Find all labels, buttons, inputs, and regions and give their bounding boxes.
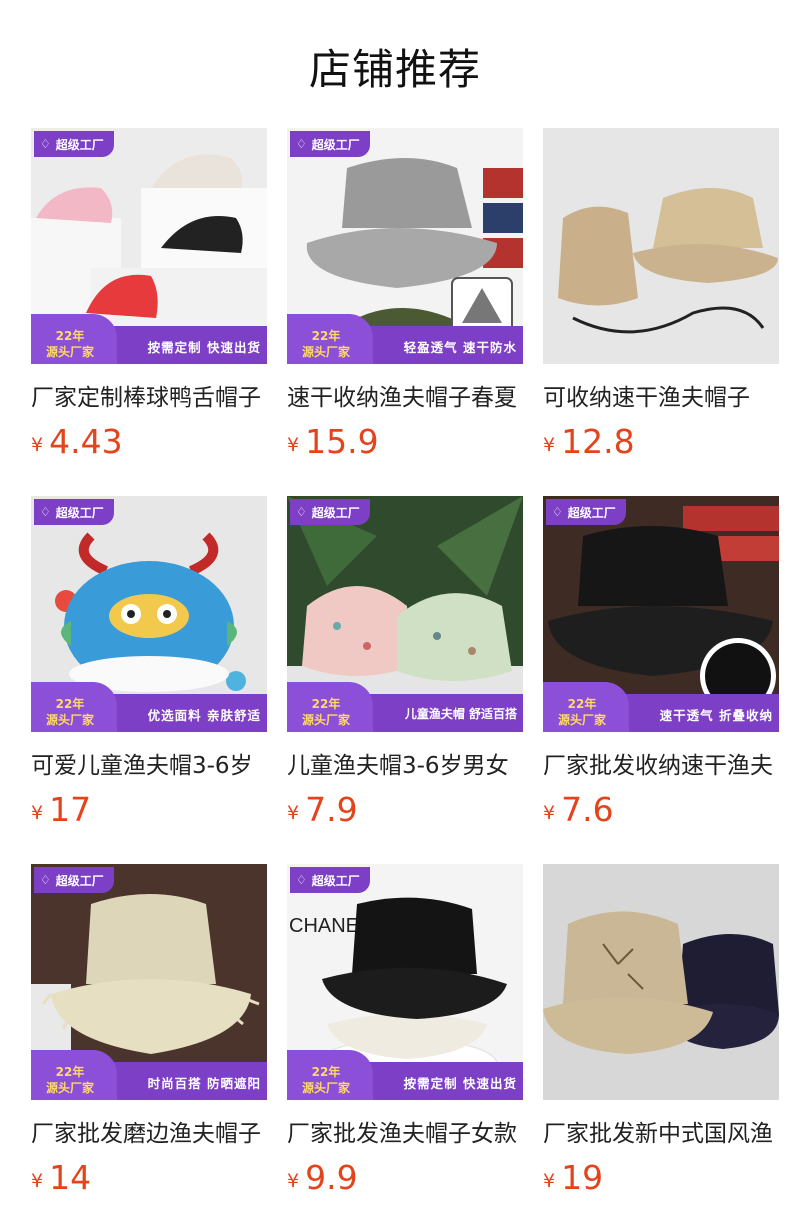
- product-price: ¥15.9: [287, 422, 379, 461]
- product-card[interactable]: ♢ 超级工厂 22年 源头厂家 轻盈透气 速干防水 速干收纳渔夫帽子春夏 ¥15…: [287, 128, 523, 465]
- svg-text:CHANE: CHANE: [289, 915, 359, 937]
- diamond-icon: ♢: [40, 137, 51, 151]
- product-image[interactable]: ♢ 超级工厂 22年 源头厂家 轻盈透气 速干防水: [287, 128, 523, 364]
- product-name[interactable]: 可收纳速干渔夫帽子: [543, 378, 779, 412]
- years-label: 22年: [311, 1065, 341, 1079]
- embroidered-bucket-hats-photo: [543, 864, 779, 1100]
- product-image[interactable]: ♢ 超级工厂 22年 源头厂家 优选面料 亲肤舒适: [31, 496, 267, 732]
- origin-label: 源头厂家: [301, 345, 350, 359]
- diamond-icon: ♢: [40, 505, 51, 519]
- product-name[interactable]: 厂家批发磨边渔夫帽子: [31, 1114, 267, 1148]
- product-image[interactable]: ♢ 超级工厂 22年 源头厂家 儿童渔夫帽 舒适百搭: [287, 496, 523, 732]
- years-label: 22年: [311, 329, 341, 343]
- years-label: 22年: [55, 329, 85, 343]
- product-name[interactable]: 儿童渔夫帽3-6岁男女: [287, 746, 523, 780]
- features-label: 优选面料 亲肤舒适: [147, 708, 261, 723]
- years-label: 22年: [55, 1065, 85, 1079]
- super-factory-badge: ♢ 超级工厂: [546, 499, 626, 525]
- product-image[interactable]: ♢ 超级工厂 22年 源头厂家 时尚百搭 防晒遮阳: [31, 864, 267, 1100]
- promo-band: 22年 源头厂家 儿童渔夫帽 舒适百搭: [287, 682, 523, 732]
- khaki-bucket-hat-photo: [543, 128, 779, 364]
- super-factory-badge: ♢ 超级工厂: [34, 499, 114, 525]
- years-label: 22年: [55, 697, 85, 711]
- product-grid: ♢ 超级工厂 22年 源头厂家 按需定制 快速出货 厂家定制棒球鸭舌帽子 ¥4.…: [0, 0, 790, 1232]
- diamond-icon: ♢: [40, 873, 51, 887]
- product-name[interactable]: 厂家定制棒球鸭舌帽子: [31, 378, 267, 412]
- origin-label: 源头厂家: [45, 1081, 94, 1095]
- promo-band: 22年 源头厂家 优选面料 亲肤舒适: [31, 682, 267, 732]
- diamond-icon: ♢: [296, 505, 307, 519]
- super-factory-badge: ♢ 超级工厂: [290, 131, 370, 157]
- product-card[interactable]: ♢ 超级工厂 22年 源头厂家 时尚百搭 防晒遮阳 厂家批发磨边渔夫帽子 ¥14: [31, 864, 267, 1201]
- promo-band: 22年 源头厂家 时尚百搭 防晒遮阳: [31, 1050, 267, 1100]
- diamond-icon: ♢: [296, 137, 307, 151]
- origin-label: 源头厂家: [557, 713, 606, 727]
- super-factory-badge: ♢ 超级工厂: [34, 867, 114, 893]
- product-card[interactable]: ♢ 超级工厂 22年 源头厂家 优选面料 亲肤舒适 可爱儿童渔夫帽3-6岁 ¥1…: [31, 496, 267, 833]
- promo-band: 22年 源头厂家 轻盈透气 速干防水: [287, 314, 523, 364]
- promo-band: 22年 源头厂家 按需定制 快速出货: [31, 314, 267, 364]
- product-name[interactable]: 厂家批发新中式国风渔: [543, 1114, 779, 1148]
- years-label: 22年: [311, 697, 341, 711]
- product-card[interactable]: 厂家批发新中式国风渔 ¥19: [543, 864, 779, 1201]
- product-card[interactable]: CHANE ♢ 超级工厂 22年 源头厂家 按需定制 快速出货 厂家批发渔夫帽子…: [287, 864, 523, 1201]
- product-card[interactable]: ♢ 超级工厂 22年 源头厂家 按需定制 快速出货 厂家定制棒球鸭舌帽子 ¥4.…: [31, 128, 267, 465]
- super-factory-badge: ♢ 超级工厂: [34, 131, 114, 157]
- product-price: ¥19: [543, 1158, 604, 1197]
- origin-label: 源头厂家: [301, 713, 350, 727]
- super-factory-badge: ♢ 超级工厂: [290, 867, 370, 893]
- product-price: ¥7.6: [543, 790, 614, 829]
- promo-band: 22年 源头厂家 按需定制 快速出货: [287, 1050, 523, 1100]
- features-label: 按需定制 快速出货: [403, 1076, 517, 1091]
- product-card[interactable]: ♢ 超级工厂 22年 源头厂家 速干透气 折叠收纳 厂家批发收纳速干渔夫 ¥7.…: [543, 496, 779, 833]
- product-image[interactable]: [543, 864, 779, 1100]
- origin-label: 源头厂家: [301, 1081, 350, 1095]
- years-label: 22年: [567, 697, 597, 711]
- promo-band: 22年 源头厂家 速干透气 折叠收纳: [543, 682, 779, 732]
- features-label: 速干透气 折叠收纳: [659, 708, 773, 723]
- features-label: 时尚百搭 防晒遮阳: [147, 1076, 261, 1091]
- product-price: ¥12.8: [543, 422, 635, 461]
- product-image[interactable]: ♢ 超级工厂 22年 源头厂家 速干透气 折叠收纳: [543, 496, 779, 732]
- product-price: ¥7.9: [287, 790, 358, 829]
- product-card[interactable]: 可收纳速干渔夫帽子 ¥12.8: [543, 128, 779, 465]
- origin-label: 源头厂家: [45, 345, 94, 359]
- product-image[interactable]: ♢ 超级工厂 22年 源头厂家 按需定制 快速出货: [31, 128, 267, 364]
- product-price: ¥9.9: [287, 1158, 358, 1197]
- product-name[interactable]: 速干收纳渔夫帽子春夏: [287, 378, 523, 412]
- product-price: ¥17: [31, 790, 92, 829]
- features-label: 按需定制 快速出货: [147, 340, 261, 355]
- product-price: ¥14: [31, 1158, 92, 1197]
- diamond-icon: ♢: [552, 505, 563, 519]
- super-factory-badge: ♢ 超级工厂: [290, 499, 370, 525]
- diamond-icon: ♢: [296, 873, 307, 887]
- product-price: ¥4.43: [31, 422, 123, 461]
- features-label: 轻盈透气 速干防水: [403, 340, 517, 355]
- product-name[interactable]: 厂家批发渔夫帽子女款: [287, 1114, 523, 1148]
- product-card[interactable]: ♢ 超级工厂 22年 源头厂家 儿童渔夫帽 舒适百搭 儿童渔夫帽3-6岁男女 ¥…: [287, 496, 523, 833]
- product-name[interactable]: 可爱儿童渔夫帽3-6岁: [31, 746, 267, 780]
- origin-label: 源头厂家: [45, 713, 94, 727]
- product-image[interactable]: [543, 128, 779, 364]
- product-name[interactable]: 厂家批发收纳速干渔夫: [543, 746, 779, 780]
- features-label: 儿童渔夫帽 舒适百搭: [404, 707, 517, 721]
- product-image[interactable]: CHANE ♢ 超级工厂 22年 源头厂家 按需定制 快速出货: [287, 864, 523, 1100]
